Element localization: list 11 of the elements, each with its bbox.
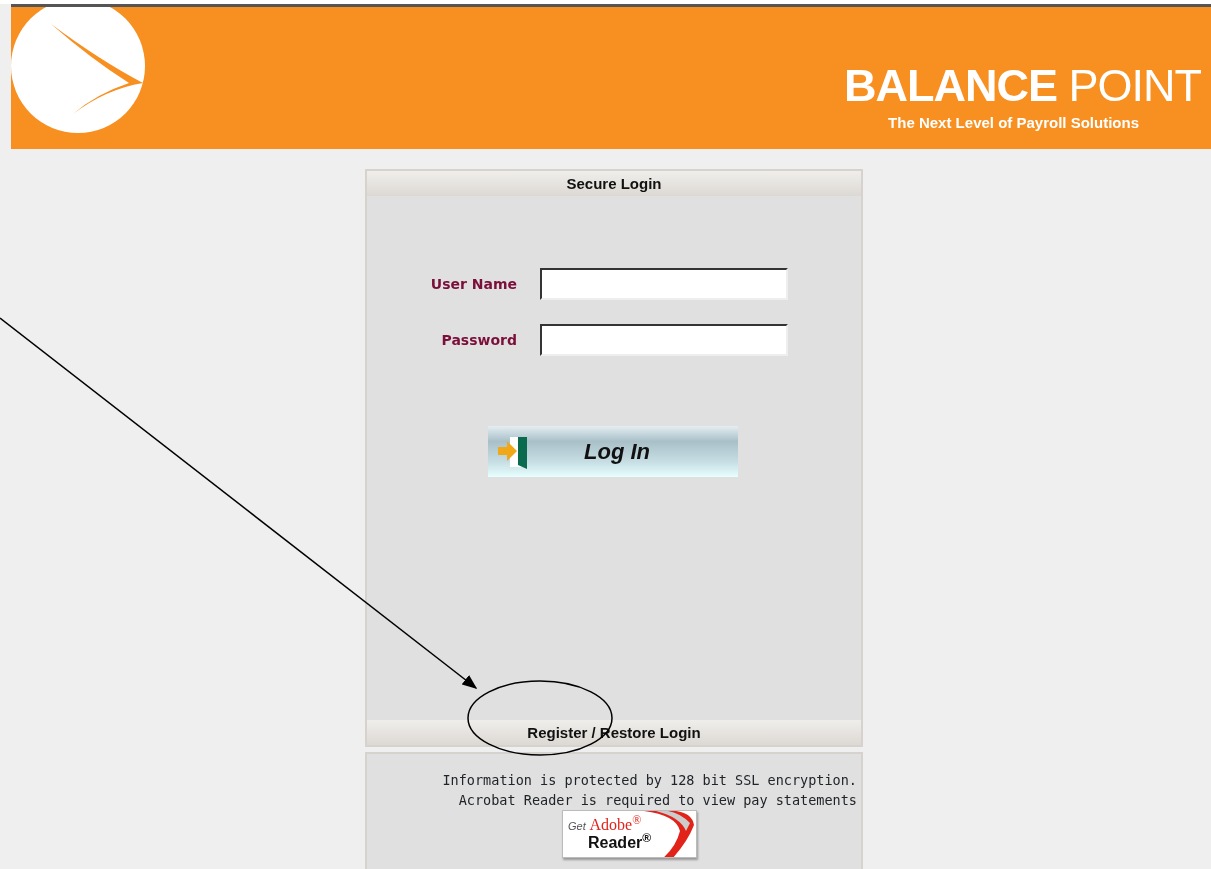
tagline: The Next Level of Payroll Solutions [888,113,1139,133]
info-text: Acrobat Reader is required to view pay statements [457,791,857,810]
login-button[interactable]: Log In [488,426,738,477]
field-label: Password [440,330,517,350]
input-field[interactable] [540,268,788,300]
info-text: Information is protected by 128 bit SSL encryption. [441,771,857,790]
panel-title: Secure Login [367,171,861,196]
brand-logo-text: BALANCE POINT [843,63,1201,108]
get-reader-badge[interactable]: Get Adobe$^{®}$ Reader$^{®}$ [562,810,697,858]
field-label: User Name [429,274,517,294]
input-field[interactable] [540,324,788,356]
